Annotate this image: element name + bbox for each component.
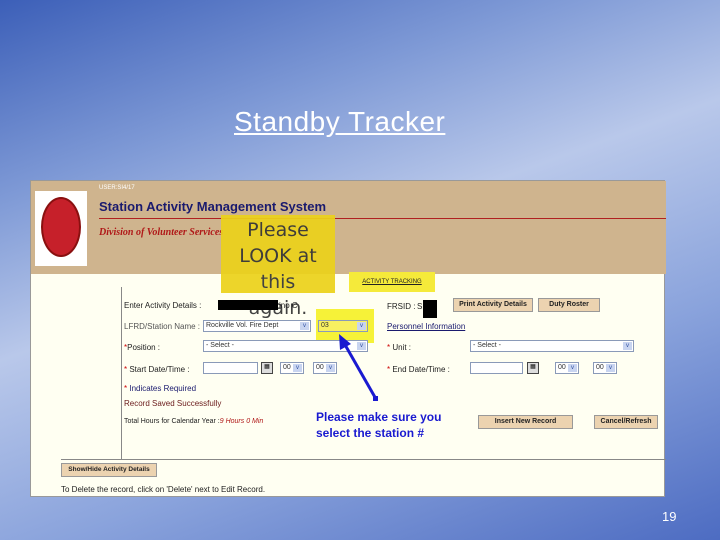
- slide-title: Standby Tracker: [234, 106, 446, 137]
- insert-new-record-button[interactable]: Insert New Record: [478, 415, 573, 429]
- arrow-icon: [339, 334, 378, 401]
- divider: [61, 459, 666, 460]
- show-hide-activity-details-button[interactable]: Show/Hide Activity Details: [61, 463, 157, 477]
- app-screenshot: USER:SI4/17 Station Activity Management …: [30, 180, 666, 497]
- page-number: 19: [662, 509, 677, 524]
- delete-hint: To Delete the record, click on 'Delete' …: [61, 485, 266, 494]
- cancel-refresh-button[interactable]: Cancel/Refresh: [594, 415, 658, 429]
